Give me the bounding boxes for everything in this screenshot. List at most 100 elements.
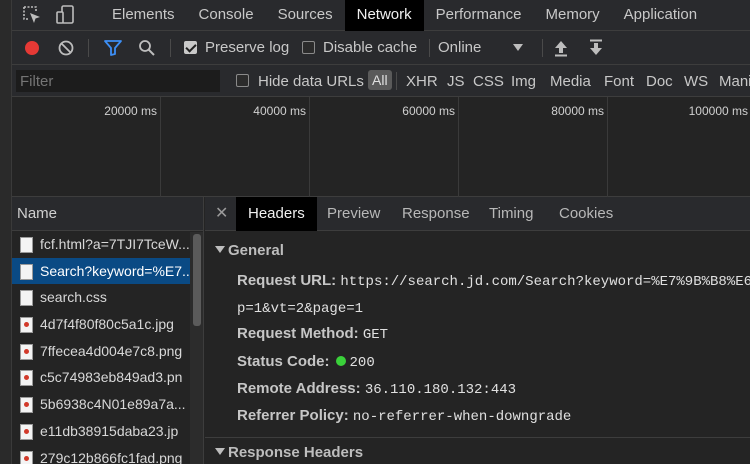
filter-type-xhr[interactable]: XHR [406, 73, 438, 90]
request-method-value: GET [362, 327, 389, 343]
request-row[interactable]: Search?keyword=%E7... [12, 257, 190, 285]
request-row[interactable]: c5c74983eb849ad3.pn [12, 364, 190, 391]
filter-type-ws[interactable]: WS [684, 73, 708, 90]
filter-type-manifest[interactable]: Mani [719, 73, 750, 90]
tab-timing[interactable]: Timing [477, 197, 545, 231]
request-row[interactable]: 7ffecea4d004e7c8.png [12, 338, 190, 365]
status-code-row: Status Code: 200 [237, 353, 375, 371]
filter-type-doc[interactable]: Doc [646, 73, 673, 90]
request-row[interactable]: search.css [12, 284, 190, 311]
timeline-gridline [309, 97, 310, 197]
request-detail-pane: ✕ Headers Preview Response Timing Cookie… [205, 197, 750, 464]
request-name: 7ffecea4d004e7c8.png [40, 342, 183, 359]
throttling-select[interactable]: Online [438, 39, 481, 56]
response-headers-title: Response Headers [228, 444, 364, 461]
preserve-log-checkbox[interactable] [184, 41, 197, 54]
filter-type-img[interactable]: Img [511, 73, 536, 90]
timeline-tick-label: 20000 ms [104, 104, 157, 118]
document-file-icon [20, 237, 33, 253]
import-har-icon[interactable] [554, 39, 568, 57]
devtools-tabs: Elements Console Sources Network Perform… [100, 0, 709, 31]
request-row[interactable]: 5b6938c4N01e89a7a... [12, 391, 190, 418]
stylesheet-file-icon [20, 290, 33, 307]
export-har-icon[interactable] [589, 39, 603, 57]
disable-cache-label[interactable]: Disable cache [323, 39, 417, 56]
scrollbar-thumb[interactable] [193, 234, 201, 326]
record-icon[interactable] [24, 40, 40, 56]
remote-address-row: Remote Address: 36.110.180.132:443 [237, 380, 516, 398]
status-code-value: 200 [349, 355, 375, 371]
request-name: 5b6938c4N01e89a7a... [40, 396, 186, 413]
filter-type-css[interactable]: CSS [473, 73, 504, 90]
remote-address-key: Remote Address: [237, 380, 361, 397]
status-ok-dot-icon [335, 356, 346, 366]
remote-address-value: 36.110.180.132:443 [364, 382, 517, 398]
request-name: 279c12b866fc1fad.png [40, 449, 183, 464]
request-row[interactable]: e11db38915daba23.jp [12, 418, 190, 445]
close-icon[interactable]: ✕ [215, 203, 228, 223]
request-name: c5c74983eb849ad3.pn [40, 369, 183, 386]
general-section-toggle[interactable]: General [215, 242, 284, 259]
filter-type-js[interactable]: JS [447, 73, 465, 90]
toolbar-divider [88, 39, 89, 57]
request-row[interactable]: 4d7f4f80f80c5a1c.jpg [12, 311, 190, 338]
tab-memory[interactable]: Memory [534, 0, 612, 31]
request-name: search.css [40, 289, 107, 306]
image-file-icon [20, 343, 33, 360]
left-edge-strip [0, 0, 12, 464]
image-file-icon [20, 370, 33, 387]
status-code-key: Status Code: [237, 353, 330, 370]
request-method-row: Request Method: GET [237, 325, 388, 343]
response-headers-section-toggle[interactable]: Response Headers [215, 444, 363, 461]
inspect-element-icon[interactable] [22, 5, 44, 25]
tab-console[interactable]: Console [187, 0, 266, 31]
timeline-tick-label: 100000 ms [688, 104, 748, 118]
request-url-value: https://search.jd.com/Search?keyword=%E7… [340, 274, 750, 290]
network-overview-timeline[interactable]: 20000 ms 40000 ms 60000 ms 80000 ms 1000… [12, 97, 750, 197]
search-icon[interactable] [138, 39, 156, 57]
toolbar-divider [542, 39, 543, 57]
filter-type-media[interactable]: Media [550, 73, 591, 90]
preserve-log-label[interactable]: Preserve log [205, 39, 289, 56]
tab-application[interactable]: Application [612, 0, 709, 31]
tab-preview[interactable]: Preview [315, 197, 392, 231]
timeline-gridline [607, 97, 608, 197]
tab-cookies[interactable]: Cookies [547, 197, 625, 231]
hide-data-urls-label[interactable]: Hide data URLs [258, 73, 364, 90]
disable-cache-checkbox[interactable] [302, 41, 315, 54]
timeline-gridline [160, 97, 161, 197]
image-file-icon [20, 450, 33, 464]
name-column-header[interactable]: Name [12, 197, 203, 231]
filter-icon[interactable] [104, 40, 122, 56]
chevron-down-icon[interactable] [513, 44, 523, 52]
request-url-key: Request URL: [237, 272, 337, 289]
tab-elements[interactable]: Elements [100, 0, 187, 31]
tab-response[interactable]: Response [390, 197, 482, 231]
image-file-icon [20, 397, 33, 414]
tab-headers[interactable]: Headers [236, 197, 317, 231]
timeline-gridline [458, 97, 459, 197]
general-section-title: General [228, 242, 284, 259]
clear-icon[interactable] [58, 40, 74, 56]
filter-type-font[interactable]: Font [604, 73, 634, 90]
filter-type-all[interactable]: All [368, 70, 392, 90]
filter-divider [396, 72, 397, 90]
tab-sources[interactable]: Sources [266, 0, 345, 31]
request-row[interactable]: 279c12b866fc1fad.png [12, 445, 190, 464]
request-name: 4d7f4f80f80c5a1c.jpg [40, 316, 174, 333]
request-rows: fcf.html?a=7TJI7TceW... Search?keyword=%E… [12, 231, 203, 464]
tab-performance[interactable]: Performance [424, 0, 534, 31]
devtools-tab-bar: Elements Console Sources Network Perform… [12, 0, 750, 31]
request-list-scrollbar[interactable] [190, 232, 203, 464]
device-toolbar-icon[interactable] [54, 5, 76, 25]
detail-tabs: ✕ Headers Preview Response Timing Cookie… [205, 197, 750, 231]
referrer-policy-value: no-referrer-when-downgrade [352, 409, 572, 425]
referrer-policy-row: Referrer Policy: no-referrer-when-downgr… [237, 407, 571, 425]
referrer-policy-key: Referrer Policy: [237, 407, 349, 424]
toolbar-divider [170, 39, 171, 57]
timeline-tick-label: 60000 ms [402, 104, 455, 118]
hide-data-urls-checkbox[interactable] [236, 74, 249, 87]
request-row[interactable]: fcf.html?a=7TJI7TceW... [12, 231, 190, 258]
filter-input[interactable] [16, 70, 220, 92]
tab-network[interactable]: Network [344, 0, 424, 31]
